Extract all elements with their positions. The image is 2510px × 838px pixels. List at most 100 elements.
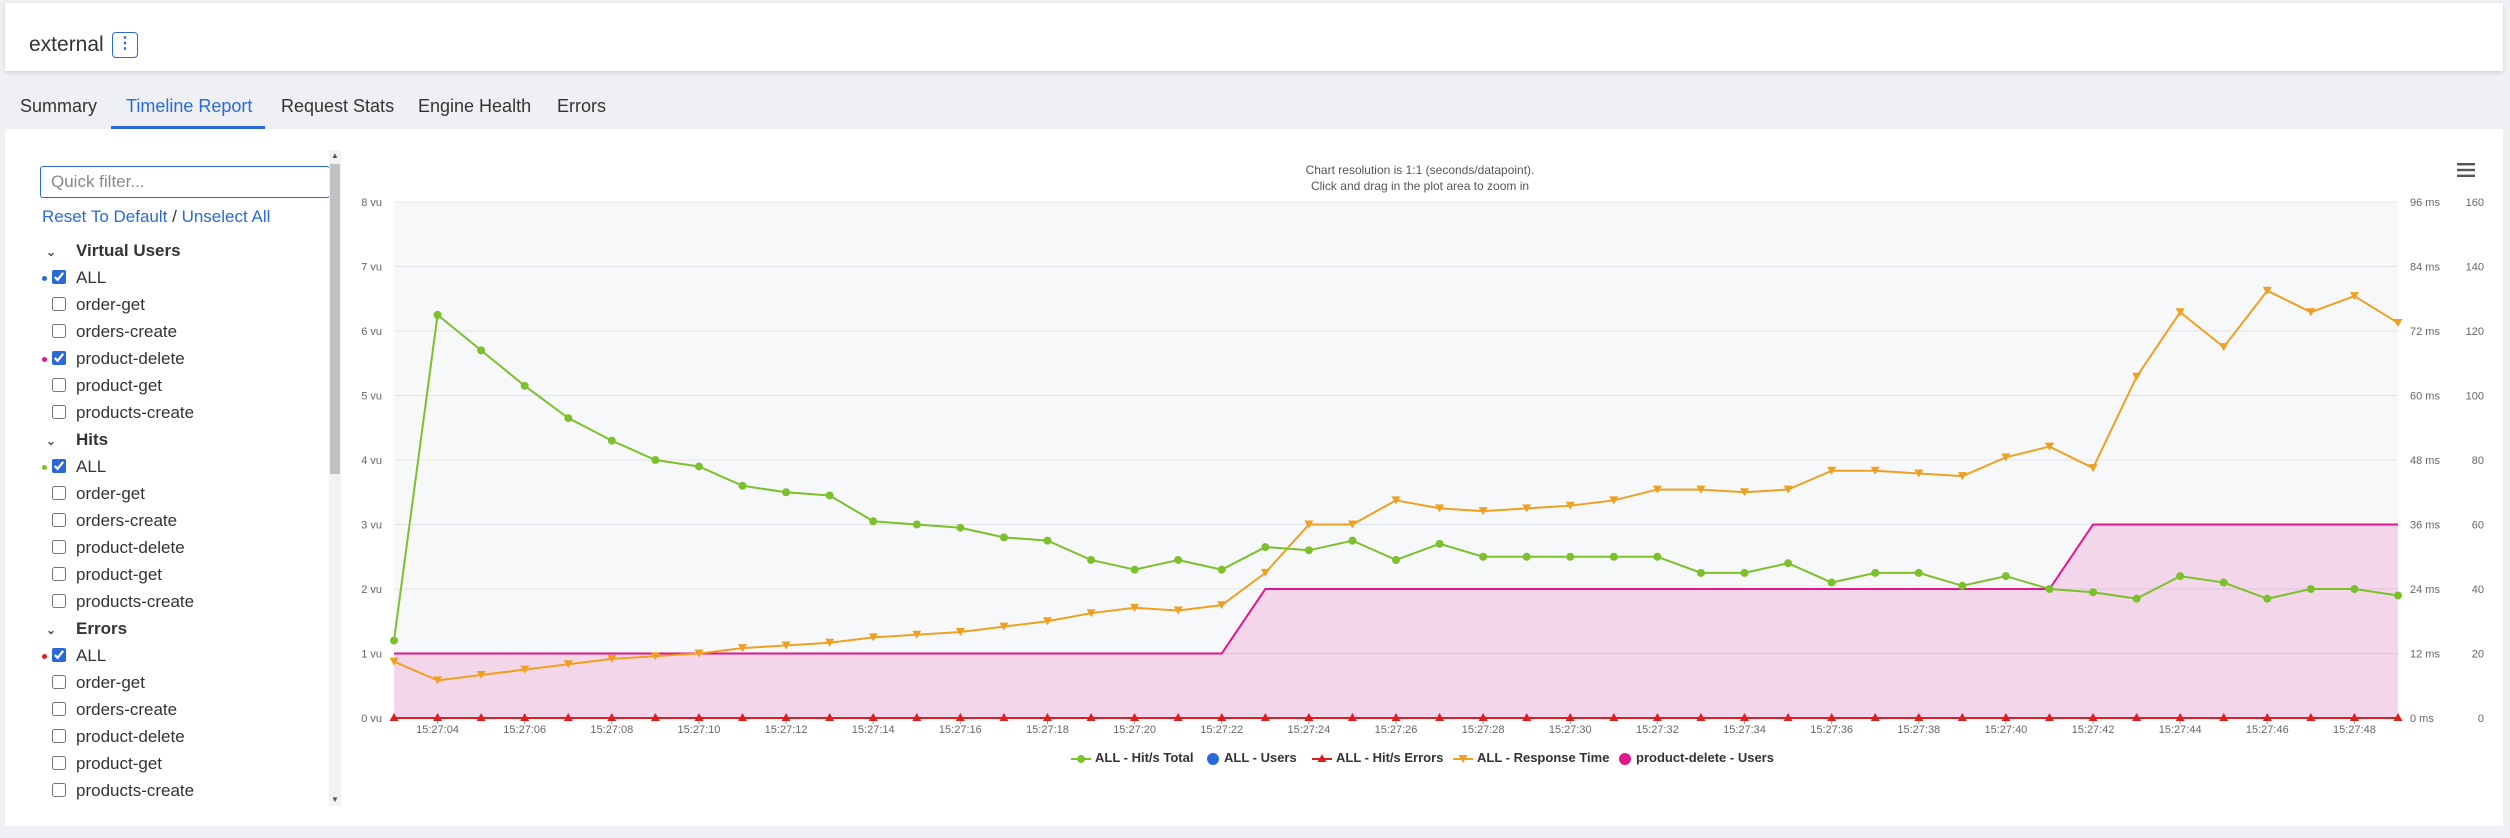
y-right-ms-tick-label: 96 ms	[2410, 197, 2440, 209]
hits-total-point	[694, 462, 703, 471]
x-tick-label: 15:27:40	[1984, 724, 2027, 736]
hits-total-point	[1696, 568, 1705, 577]
y-right-hits-tick-label: 100	[2466, 391, 2484, 403]
x-tick-label: 15:27:10	[678, 724, 721, 736]
hits-total-point	[912, 520, 921, 529]
hits-total-point	[1261, 543, 1270, 552]
hits-total-point	[1653, 552, 1662, 561]
legend-circle-icon	[1619, 752, 1631, 765]
y-left-tick-label: 0 vu	[361, 713, 382, 725]
legend-item[interactable]: product-delete - Users	[1618, 750, 1774, 766]
hits-total-point	[1392, 555, 1400, 564]
hits-total-point	[2394, 591, 2402, 600]
hits-total-point	[2219, 578, 2228, 587]
hits-total-point	[1043, 536, 1052, 545]
y-right-ms-tick-label: 36 ms	[2410, 520, 2440, 532]
hits-total-point	[2306, 585, 2315, 593]
x-tick-label: 15:27:30	[1549, 724, 1592, 736]
y-right-ms-tick-label: 72 ms	[2410, 326, 2440, 338]
legend-label: product-delete - Users	[1636, 750, 1774, 765]
hits-total-point	[477, 346, 486, 355]
x-tick-label: 15:27:48	[2333, 724, 2376, 736]
x-tick-label: 15:27:14	[852, 724, 895, 736]
x-tick-label: 15:27:12	[765, 724, 808, 736]
y-left-tick-label: 2 vu	[361, 584, 382, 596]
hits-total-point	[1348, 536, 1357, 545]
x-tick-label: 15:27:20	[1113, 724, 1156, 736]
x-tick-label: 15:27:06	[503, 724, 546, 736]
hits-total-point	[607, 436, 616, 445]
hits-total-point	[999, 533, 1008, 542]
y-left-tick-label: 4 vu	[361, 455, 382, 467]
legend-triangle-icon	[1312, 753, 1332, 762]
hits-total-point	[1914, 568, 1923, 577]
hits-total-point	[1087, 555, 1096, 564]
y-right-ms-tick-label: 84 ms	[2410, 262, 2440, 274]
hits-total-point	[869, 517, 878, 526]
timeline-chart[interactable]: 0 vu 0 ms 0 1 vu 12 ms 20 2 vu 24 ms 40 3 vu 36 ms…	[0, 0, 2510, 838]
chart-legend: ALL - Hit/s Total ALL - Users ALL - Hit/s …	[0, 750, 2510, 770]
x-tick-label: 15:27:08	[590, 724, 633, 736]
hits-total-point	[956, 523, 965, 532]
y-left-tick-label: 6 vu	[361, 326, 382, 338]
x-tick-label: 15:27:24	[1287, 724, 1330, 736]
x-tick-label: 15:27:44	[2159, 724, 2202, 736]
x-tick-label: 15:27:42	[2072, 724, 2115, 736]
hits-total-point	[2176, 572, 2185, 581]
hits-total-point	[2001, 572, 2010, 581]
hits-total-point	[1784, 559, 1793, 568]
x-tick-label: 15:27:32	[1636, 724, 1679, 736]
legend-label: ALL - Hit/s Errors	[1336, 750, 1444, 765]
y-left-tick-label: 5 vu	[361, 391, 382, 403]
legend-item[interactable]: ALL - Users	[1206, 750, 1297, 766]
hits-total-point	[2350, 585, 2359, 593]
y-right-hits-tick-label: 80	[2472, 455, 2484, 467]
x-tick-label: 15:27:22	[1200, 724, 1243, 736]
x-tick-label: 15:27:28	[1462, 724, 1505, 736]
y-right-hits-tick-label: 60	[2472, 520, 2484, 532]
x-tick-label: 15:27:34	[1723, 724, 1766, 736]
legend-item[interactable]: ALL - Hit/s Errors	[1312, 750, 1443, 765]
hits-total-point	[2089, 588, 2098, 597]
legend-item[interactable]: ALL - Hit/s Total	[1071, 750, 1193, 765]
hits-total-point	[651, 456, 660, 464]
y-right-ms-tick-label: 24 ms	[2410, 584, 2440, 596]
y-left-tick-label: 1 vu	[361, 649, 382, 661]
hits-total-point	[433, 310, 442, 319]
hits-total-point	[1479, 552, 1488, 561]
hits-total-point	[1871, 568, 1880, 577]
hits-total-point	[564, 414, 573, 423]
hits-total-point	[738, 481, 747, 490]
y-right-hits-tick-label: 40	[2472, 584, 2484, 596]
y-right-ms-tick-label: 12 ms	[2410, 649, 2440, 661]
hits-total-point	[782, 488, 791, 497]
x-tick-label: 15:27:36	[1810, 724, 1853, 736]
legend-label: ALL - Response Time	[1477, 750, 1610, 765]
x-tick-label: 15:27:26	[1375, 724, 1418, 736]
hits-total-point	[520, 381, 529, 390]
y-left-tick-label: 7 vu	[361, 262, 382, 274]
legend-item[interactable]: ALL - Response Time	[1453, 750, 1609, 765]
y-right-hits-tick-label: 160	[2466, 197, 2484, 209]
hits-total-point	[825, 491, 834, 500]
hits-total-point	[1174, 555, 1183, 564]
legend-line-circle-icon	[1071, 754, 1091, 763]
legend-triangle-down-icon	[1453, 754, 1473, 763]
x-tick-label: 15:27:04	[416, 724, 459, 736]
y-right-hits-tick-label: 0	[2478, 713, 2484, 725]
hits-total-point	[1435, 539, 1444, 548]
hits-total-point	[1522, 552, 1531, 561]
x-tick-label: 15:27:18	[1026, 724, 1069, 736]
hits-total-point	[390, 636, 398, 645]
x-tick-label: 15:27:38	[1897, 724, 1940, 736]
y-left-tick-label: 8 vu	[361, 197, 382, 209]
hits-total-point	[1740, 568, 1749, 577]
hits-total-point	[1217, 565, 1226, 574]
hits-total-point	[1130, 565, 1139, 574]
hits-total-point	[1304, 546, 1313, 555]
y-right-hits-tick-label: 20	[2472, 649, 2484, 661]
y-right-hits-tick-label: 140	[2466, 262, 2484, 274]
hits-total-point	[2045, 585, 2054, 593]
hits-total-point	[1827, 578, 1836, 587]
hits-total-point	[2263, 594, 2272, 603]
